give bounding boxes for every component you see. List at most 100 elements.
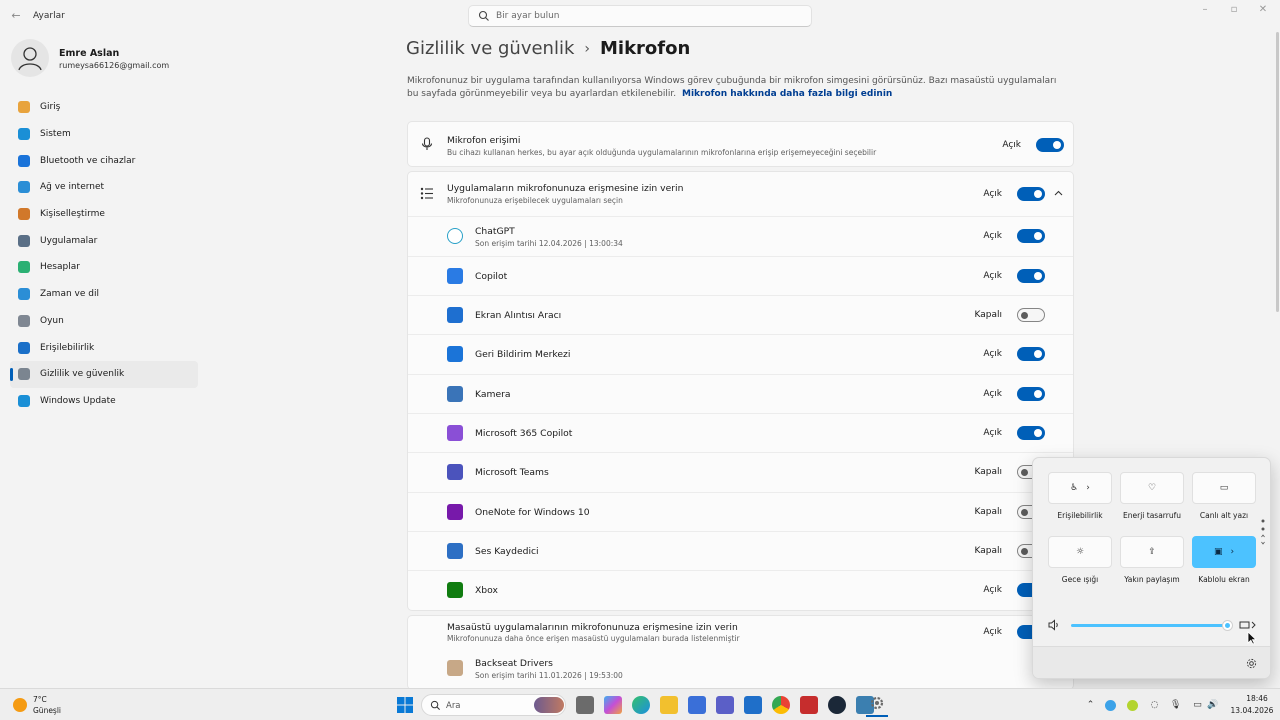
chrome-icon[interactable] bbox=[772, 696, 790, 714]
show-hidden-icons-icon[interactable]: ⌃ bbox=[1085, 700, 1096, 711]
quick-tile-4[interactable]: ⇪ bbox=[1120, 536, 1184, 568]
app-toggle[interactable] bbox=[1017, 269, 1045, 283]
app-toggle[interactable] bbox=[1017, 426, 1045, 440]
clock-date[interactable]: 13.04.2026 bbox=[1228, 706, 1276, 715]
back-arrow-icon[interactable]: ← bbox=[8, 8, 24, 24]
network-tray-icon[interactable]: ▭ bbox=[1192, 700, 1203, 711]
volume-slider-thumb[interactable] bbox=[1222, 620, 1233, 631]
sidebar-item-label: Uygulamalar bbox=[40, 235, 98, 246]
app-row: Microsoft Teams Kapalı bbox=[408, 452, 1073, 491]
mic-access-toggle[interactable] bbox=[1036, 138, 1064, 152]
quick-tile-5[interactable]: ▣ › bbox=[1192, 536, 1256, 568]
app-name: OneNote for Windows 10 bbox=[475, 507, 590, 518]
app-toggle[interactable] bbox=[1017, 308, 1045, 322]
quick-tile-0[interactable]: ♿ › bbox=[1048, 472, 1112, 504]
app-state: Açık bbox=[983, 271, 1002, 281]
quick-tile-2[interactable]: ▭ bbox=[1192, 472, 1256, 504]
audio-output-icon[interactable] bbox=[1239, 619, 1257, 631]
chevron-up-icon[interactable] bbox=[1054, 190, 1063, 196]
edge-icon[interactable] bbox=[632, 696, 650, 714]
breadcrumb-parent[interactable]: Gizlilik ve güvenlik bbox=[406, 38, 574, 59]
chevron-right-icon[interactable]: › bbox=[1230, 547, 1234, 557]
sidebar-item-5[interactable]: Uygulamalar bbox=[10, 227, 198, 254]
teams-icon bbox=[447, 464, 463, 480]
maximize-button[interactable]: ▫ bbox=[1225, 4, 1243, 18]
onedrive-icon[interactable] bbox=[1105, 700, 1116, 711]
settings-search-input[interactable]: Bir ayar bulun bbox=[468, 5, 812, 27]
sidebar-item-7[interactable]: Zaman ve dil bbox=[10, 281, 198, 308]
sidebar-item-6[interactable]: Hesaplar bbox=[10, 254, 198, 281]
mic-access-card: Mikrofon erişimi Bu cihazı kullanan herk… bbox=[407, 121, 1074, 167]
app-row: Kamera Açık bbox=[408, 374, 1073, 413]
sidebar-item-1[interactable]: Sistem bbox=[10, 121, 198, 148]
sidebar-item-8[interactable]: Oyun bbox=[10, 308, 198, 335]
quick-tile-3[interactable]: ☼ bbox=[1048, 536, 1112, 568]
weather-temperature[interactable]: 7°C bbox=[33, 695, 47, 704]
copilot-icon[interactable] bbox=[604, 696, 622, 714]
quick-tile-1[interactable]: ♡ bbox=[1120, 472, 1184, 504]
user-icon bbox=[18, 47, 42, 71]
app-access-toggle[interactable] bbox=[1017, 187, 1045, 201]
app-toggle[interactable] bbox=[1017, 347, 1045, 361]
app-name: Ses Kaydedici bbox=[475, 546, 539, 557]
taskbar: 7°C Güneşli Ara ⌃ ◌ 🎙 ▭ 🔊 18:46 13.04.20… bbox=[0, 688, 1280, 720]
quick-settings-footer bbox=[1033, 646, 1270, 678]
clock-time[interactable]: 18:46 bbox=[1240, 694, 1274, 703]
quick-tile-label: Canlı alt yazı bbox=[1199, 511, 1249, 520]
sidebar-item-4[interactable]: Kişiselleştirme bbox=[10, 201, 198, 228]
microphone-tray-icon[interactable]: 🎙 bbox=[1170, 700, 1181, 711]
settings-taskbar-icon[interactable] bbox=[866, 693, 888, 717]
voice-recorder-icon bbox=[447, 543, 463, 559]
sidebar-item-0[interactable]: Giriş bbox=[10, 94, 198, 121]
list-icon bbox=[420, 187, 433, 200]
sidebar-item-9[interactable]: Erişilebilirlik bbox=[10, 334, 198, 361]
sidebar-item-10[interactable]: Gizlilik ve güvenlik bbox=[10, 360, 198, 388]
app-name: Copilot bbox=[475, 271, 508, 282]
steam-icon[interactable] bbox=[828, 696, 846, 714]
sidebar-nav: Giriş Sistem Bluetooth ve cihazlar Ağ ve in… bbox=[10, 94, 198, 414]
app-state: Kapalı bbox=[974, 546, 1003, 556]
volume-tray-icon[interactable]: 🔊 bbox=[1207, 700, 1218, 711]
minimize-button[interactable]: – bbox=[1196, 4, 1214, 18]
search-icon bbox=[430, 700, 440, 710]
store-icon[interactable] bbox=[688, 696, 706, 714]
user-name: Emre Aslan bbox=[59, 48, 120, 59]
close-button[interactable]: ✕ bbox=[1254, 4, 1272, 18]
snipping-tool-icon bbox=[447, 307, 463, 323]
sidebar-item-11[interactable]: Windows Update bbox=[10, 388, 198, 415]
mouse-cursor-icon bbox=[1247, 631, 1257, 645]
weather-description[interactable]: Güneşli bbox=[33, 706, 61, 715]
outlook-icon[interactable] bbox=[744, 696, 762, 714]
sidebar-item-label: Bluetooth ve cihazlar bbox=[40, 155, 136, 166]
volume-icon[interactable] bbox=[1048, 619, 1060, 631]
quick-tile-label: Gece ışığı bbox=[1061, 575, 1099, 584]
file-explorer-icon[interactable] bbox=[660, 696, 678, 714]
app-toggle[interactable] bbox=[1017, 229, 1045, 243]
sidebar-item-2[interactable]: Bluetooth ve cihazlar bbox=[10, 147, 198, 174]
windows-start-icon[interactable] bbox=[396, 696, 414, 714]
scrollbar[interactable] bbox=[1276, 32, 1279, 312]
sidebar-item-3[interactable]: Ağ ve internet bbox=[10, 174, 198, 201]
tray-app-icon[interactable] bbox=[1127, 700, 1138, 711]
desktop-app-last-access: Son erişim tarihi 11.01.2026 | 19:53:00 bbox=[475, 671, 623, 680]
taskbar-search-input[interactable]: Ara bbox=[421, 694, 566, 716]
teams-icon[interactable] bbox=[716, 696, 734, 714]
avatar[interactable] bbox=[11, 39, 49, 77]
page-indicator-icon[interactable] bbox=[1261, 518, 1265, 546]
sun-icon[interactable] bbox=[13, 698, 27, 712]
app-state: Açık bbox=[983, 428, 1002, 438]
sidebar-item-label: Oyun bbox=[40, 315, 64, 326]
app-toggle[interactable] bbox=[1017, 387, 1045, 401]
app-name: Kamera bbox=[475, 389, 511, 400]
chevron-right-icon[interactable]: › bbox=[1086, 483, 1090, 493]
learn-more-link[interactable]: Mikrofon hakkında daha fazla bilgi edini… bbox=[682, 89, 892, 99]
settings-gear-icon[interactable] bbox=[1246, 658, 1257, 669]
sidebar-item-label: Gizlilik ve güvenlik bbox=[40, 369, 125, 380]
app-state: Açık bbox=[983, 585, 1002, 595]
volume-slider[interactable] bbox=[1071, 624, 1227, 627]
breadcrumb: Gizlilik ve güvenlik › Mikrofon bbox=[406, 38, 690, 59]
tray-shield-icon[interactable]: ◌ bbox=[1149, 700, 1160, 711]
task-view-icon[interactable] bbox=[576, 696, 594, 714]
feedback-hub-icon bbox=[447, 346, 463, 362]
game-app-icon[interactable] bbox=[800, 696, 818, 714]
